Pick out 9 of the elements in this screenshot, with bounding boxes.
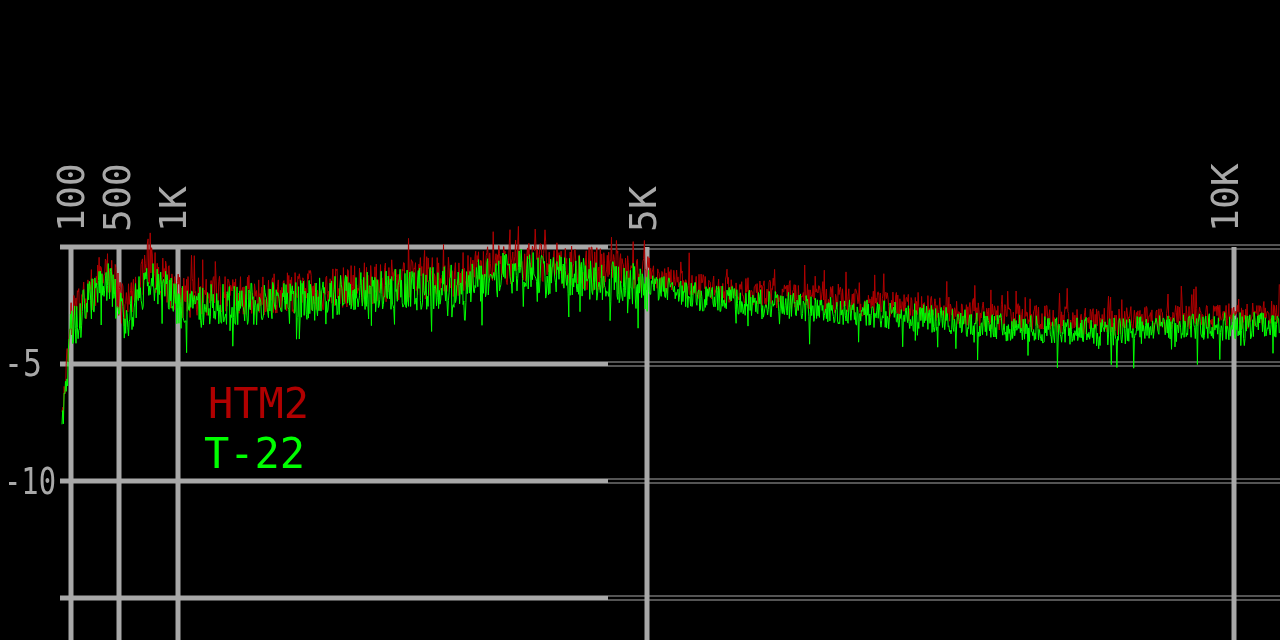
- axis-tick-label: 10K: [1203, 163, 1247, 232]
- axis-tick-label: -5: [4, 341, 50, 385]
- legend-label: HTM2: [208, 379, 310, 428]
- legend-label: T-22: [204, 429, 306, 478]
- axis-tick-label: 500: [95, 163, 139, 232]
- axis-tick-label: 1K: [151, 186, 195, 232]
- axis-tick-label: -10: [4, 459, 73, 503]
- axis-tick-label: 100: [49, 163, 93, 232]
- axis-tick-label: 5K: [621, 186, 665, 232]
